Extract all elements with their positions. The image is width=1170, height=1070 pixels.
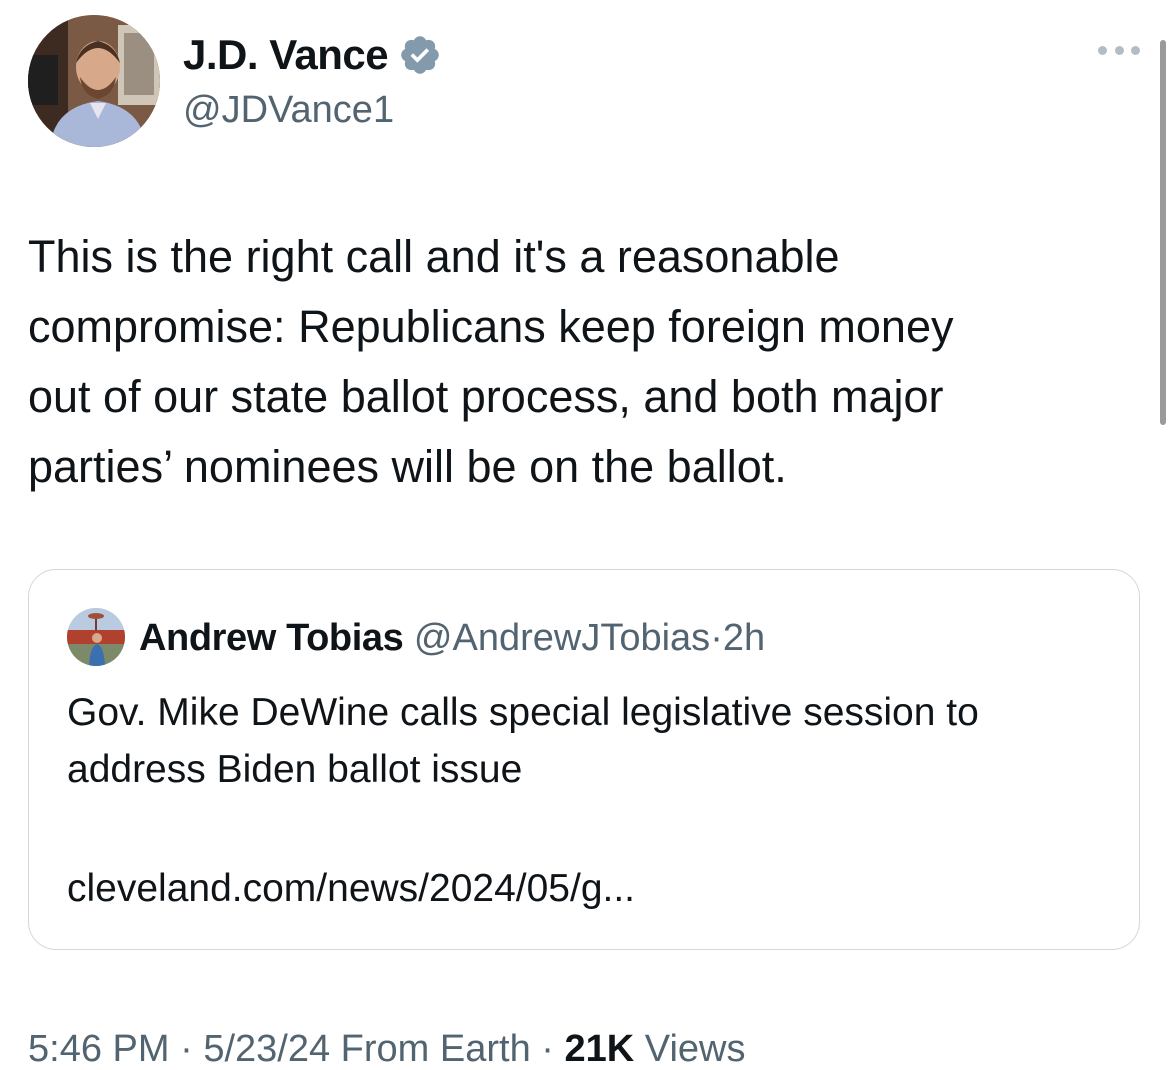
author-handle[interactable]: @JDVance1	[183, 86, 394, 134]
quoted-tweet-text: Gov. Mike DeWine calls special legislati…	[67, 691, 979, 791]
tweet-meta: 5:46 PM · 5/23/24 From Earth · 21K Views	[28, 1024, 745, 1070]
quoted-tweet-card[interactable]: Andrew Tobias @AndrewJTobias·2h Gov. Mik…	[28, 569, 1140, 950]
scrollbar[interactable]	[1160, 40, 1166, 425]
quoted-timestamp[interactable]: 2h	[723, 617, 765, 659]
tweet-source: From Earth	[340, 1028, 531, 1070]
meta-separator: ·	[541, 1028, 554, 1070]
quoted-author-avatar	[67, 608, 125, 666]
quoted-tweet-link[interactable]: cleveland.com/news/2024/05/g...	[67, 860, 635, 917]
author-name-row[interactable]: J.D. Vance	[183, 30, 442, 80]
tweet-date[interactable]: 5/23/24	[203, 1028, 330, 1070]
more-horizontal-icon[interactable]	[1098, 40, 1140, 60]
quoted-header: Andrew Tobias @AndrewJTobias·2h	[139, 614, 765, 662]
more-dot	[1114, 45, 1124, 55]
quoted-author-avatar-image	[67, 608, 125, 666]
verified-badge-icon	[401, 36, 439, 74]
tweet-time[interactable]: 5:46 PM	[28, 1028, 170, 1070]
tweet-text: This is the right call and it's a reason…	[28, 231, 954, 492]
author-avatar[interactable]	[28, 15, 160, 147]
more-dot	[1098, 45, 1107, 55]
quoted-handle[interactable]: @AndrewJTobias	[414, 617, 710, 659]
quoted-display-name[interactable]: Andrew Tobias	[139, 617, 404, 659]
author-avatar-image	[28, 15, 160, 147]
tweet-detail-page: J.D. Vance @JDVance1 This is the right c…	[0, 0, 1170, 1070]
more-dot	[1131, 45, 1140, 55]
quoted-separator: ·	[710, 617, 723, 659]
meta-separator: ·	[180, 1028, 193, 1070]
views-label[interactable]: Views	[645, 1028, 746, 1070]
author-display-name[interactable]: J.D. Vance	[183, 30, 389, 80]
views-count[interactable]: 21K	[565, 1028, 635, 1070]
